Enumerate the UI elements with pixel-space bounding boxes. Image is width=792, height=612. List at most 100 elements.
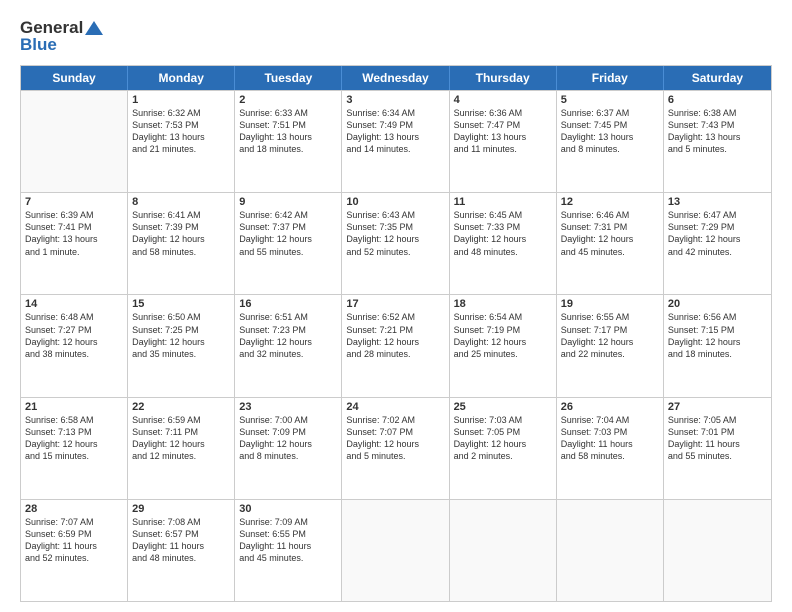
day-info: Sunrise: 6:33 AM Sunset: 7:51 PM Dayligh… (239, 107, 337, 156)
day-number: 7 (25, 196, 123, 208)
calendar-body: 1Sunrise: 6:32 AM Sunset: 7:53 PM Daylig… (21, 90, 771, 601)
day-info: Sunrise: 6:47 AM Sunset: 7:29 PM Dayligh… (668, 209, 767, 258)
calendar-cell (450, 500, 557, 601)
day-number: 18 (454, 298, 552, 310)
day-number: 27 (668, 401, 767, 413)
calendar-cell: 6Sunrise: 6:38 AM Sunset: 7:43 PM Daylig… (664, 91, 771, 192)
day-info: Sunrise: 6:52 AM Sunset: 7:21 PM Dayligh… (346, 311, 444, 360)
calendar-cell: 5Sunrise: 6:37 AM Sunset: 7:45 PM Daylig… (557, 91, 664, 192)
day-number: 30 (239, 503, 337, 515)
calendar-cell (664, 500, 771, 601)
day-info: Sunrise: 7:04 AM Sunset: 7:03 PM Dayligh… (561, 414, 659, 463)
calendar-week-row: 1Sunrise: 6:32 AM Sunset: 7:53 PM Daylig… (21, 90, 771, 192)
calendar-cell: 30Sunrise: 7:09 AM Sunset: 6:55 PM Dayli… (235, 500, 342, 601)
calendar-cell: 14Sunrise: 6:48 AM Sunset: 7:27 PM Dayli… (21, 295, 128, 396)
day-number: 22 (132, 401, 230, 413)
day-number: 11 (454, 196, 552, 208)
calendar-week-row: 14Sunrise: 6:48 AM Sunset: 7:27 PM Dayli… (21, 294, 771, 396)
calendar-cell: 4Sunrise: 6:36 AM Sunset: 7:47 PM Daylig… (450, 91, 557, 192)
calendar-cell: 10Sunrise: 6:43 AM Sunset: 7:35 PM Dayli… (342, 193, 449, 294)
calendar-header-cell: Wednesday (342, 66, 449, 90)
calendar-cell: 7Sunrise: 6:39 AM Sunset: 7:41 PM Daylig… (21, 193, 128, 294)
day-number: 21 (25, 401, 123, 413)
calendar-header-cell: Saturday (664, 66, 771, 90)
logo: General Blue (20, 18, 103, 55)
calendar-cell: 8Sunrise: 6:41 AM Sunset: 7:39 PM Daylig… (128, 193, 235, 294)
calendar-header-cell: Thursday (450, 66, 557, 90)
day-number: 5 (561, 94, 659, 106)
day-info: Sunrise: 6:50 AM Sunset: 7:25 PM Dayligh… (132, 311, 230, 360)
day-info: Sunrise: 6:56 AM Sunset: 7:15 PM Dayligh… (668, 311, 767, 360)
day-number: 24 (346, 401, 444, 413)
day-info: Sunrise: 7:08 AM Sunset: 6:57 PM Dayligh… (132, 516, 230, 565)
day-number: 9 (239, 196, 337, 208)
day-number: 13 (668, 196, 767, 208)
calendar-cell: 22Sunrise: 6:59 AM Sunset: 7:11 PM Dayli… (128, 398, 235, 499)
calendar-cell: 20Sunrise: 6:56 AM Sunset: 7:15 PM Dayli… (664, 295, 771, 396)
calendar-cell (21, 91, 128, 192)
calendar-cell: 17Sunrise: 6:52 AM Sunset: 7:21 PM Dayli… (342, 295, 449, 396)
calendar-cell: 27Sunrise: 7:05 AM Sunset: 7:01 PM Dayli… (664, 398, 771, 499)
calendar-cell: 3Sunrise: 6:34 AM Sunset: 7:49 PM Daylig… (342, 91, 449, 192)
logo-icon (85, 21, 103, 35)
day-info: Sunrise: 6:48 AM Sunset: 7:27 PM Dayligh… (25, 311, 123, 360)
day-info: Sunrise: 7:00 AM Sunset: 7:09 PM Dayligh… (239, 414, 337, 463)
calendar-cell (342, 500, 449, 601)
calendar-cell: 2Sunrise: 6:33 AM Sunset: 7:51 PM Daylig… (235, 91, 342, 192)
calendar-week-row: 7Sunrise: 6:39 AM Sunset: 7:41 PM Daylig… (21, 192, 771, 294)
day-number: 8 (132, 196, 230, 208)
day-number: 25 (454, 401, 552, 413)
day-number: 16 (239, 298, 337, 310)
day-number: 26 (561, 401, 659, 413)
logo-blue: Blue (20, 35, 57, 55)
day-info: Sunrise: 6:32 AM Sunset: 7:53 PM Dayligh… (132, 107, 230, 156)
day-info: Sunrise: 6:46 AM Sunset: 7:31 PM Dayligh… (561, 209, 659, 258)
calendar-header-row: SundayMondayTuesdayWednesdayThursdayFrid… (21, 66, 771, 90)
day-number: 14 (25, 298, 123, 310)
day-info: Sunrise: 6:43 AM Sunset: 7:35 PM Dayligh… (346, 209, 444, 258)
day-number: 4 (454, 94, 552, 106)
day-info: Sunrise: 6:59 AM Sunset: 7:11 PM Dayligh… (132, 414, 230, 463)
calendar-cell: 15Sunrise: 6:50 AM Sunset: 7:25 PM Dayli… (128, 295, 235, 396)
page: General Blue SundayMondayTuesdayWednesda… (0, 0, 792, 612)
calendar-cell: 9Sunrise: 6:42 AM Sunset: 7:37 PM Daylig… (235, 193, 342, 294)
calendar-cell: 18Sunrise: 6:54 AM Sunset: 7:19 PM Dayli… (450, 295, 557, 396)
calendar-header-cell: Monday (128, 66, 235, 90)
calendar-header-cell: Sunday (21, 66, 128, 90)
calendar-cell: 21Sunrise: 6:58 AM Sunset: 7:13 PM Dayli… (21, 398, 128, 499)
day-number: 17 (346, 298, 444, 310)
day-info: Sunrise: 6:41 AM Sunset: 7:39 PM Dayligh… (132, 209, 230, 258)
day-number: 3 (346, 94, 444, 106)
day-info: Sunrise: 6:42 AM Sunset: 7:37 PM Dayligh… (239, 209, 337, 258)
day-info: Sunrise: 7:03 AM Sunset: 7:05 PM Dayligh… (454, 414, 552, 463)
day-info: Sunrise: 6:38 AM Sunset: 7:43 PM Dayligh… (668, 107, 767, 156)
day-number: 1 (132, 94, 230, 106)
day-number: 12 (561, 196, 659, 208)
calendar-header-cell: Friday (557, 66, 664, 90)
day-info: Sunrise: 6:36 AM Sunset: 7:47 PM Dayligh… (454, 107, 552, 156)
day-number: 6 (668, 94, 767, 106)
calendar-cell (557, 500, 664, 601)
day-info: Sunrise: 7:02 AM Sunset: 7:07 PM Dayligh… (346, 414, 444, 463)
calendar-cell: 16Sunrise: 6:51 AM Sunset: 7:23 PM Dayli… (235, 295, 342, 396)
calendar-cell: 25Sunrise: 7:03 AM Sunset: 7:05 PM Dayli… (450, 398, 557, 499)
calendar-cell: 28Sunrise: 7:07 AM Sunset: 6:59 PM Dayli… (21, 500, 128, 601)
header: General Blue (20, 18, 772, 55)
calendar-cell: 12Sunrise: 6:46 AM Sunset: 7:31 PM Dayli… (557, 193, 664, 294)
day-number: 15 (132, 298, 230, 310)
calendar-cell: 11Sunrise: 6:45 AM Sunset: 7:33 PM Dayli… (450, 193, 557, 294)
day-info: Sunrise: 6:39 AM Sunset: 7:41 PM Dayligh… (25, 209, 123, 258)
day-info: Sunrise: 7:09 AM Sunset: 6:55 PM Dayligh… (239, 516, 337, 565)
calendar-cell: 19Sunrise: 6:55 AM Sunset: 7:17 PM Dayli… (557, 295, 664, 396)
day-info: Sunrise: 6:54 AM Sunset: 7:19 PM Dayligh… (454, 311, 552, 360)
day-info: Sunrise: 7:07 AM Sunset: 6:59 PM Dayligh… (25, 516, 123, 565)
day-info: Sunrise: 6:45 AM Sunset: 7:33 PM Dayligh… (454, 209, 552, 258)
calendar-cell: 26Sunrise: 7:04 AM Sunset: 7:03 PM Dayli… (557, 398, 664, 499)
day-number: 19 (561, 298, 659, 310)
day-number: 10 (346, 196, 444, 208)
day-number: 29 (132, 503, 230, 515)
day-info: Sunrise: 6:34 AM Sunset: 7:49 PM Dayligh… (346, 107, 444, 156)
day-number: 23 (239, 401, 337, 413)
day-number: 28 (25, 503, 123, 515)
calendar-cell: 29Sunrise: 7:08 AM Sunset: 6:57 PM Dayli… (128, 500, 235, 601)
